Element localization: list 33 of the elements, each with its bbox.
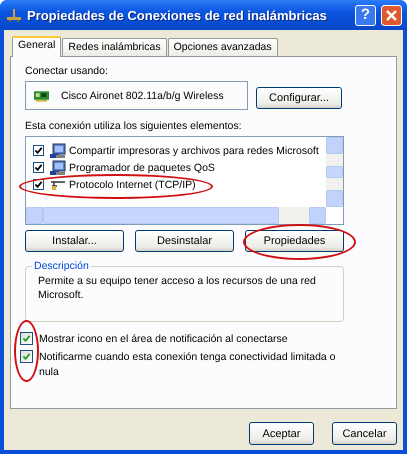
computer-icon (50, 142, 66, 158)
action-button[interactable]: Propiedades (245, 230, 344, 252)
checkbox[interactable] (20, 332, 33, 345)
component-item[interactable]: Compartir impresoras y archivos para redes Microsoft (69, 144, 319, 156)
close-icon[interactable] (381, 4, 402, 26)
checkbox[interactable] (33, 145, 44, 156)
vertical-scrollbar[interactable] (326, 137, 343, 207)
checkbox[interactable] (20, 350, 33, 363)
checkbox[interactable] (33, 162, 44, 173)
tab[interactable]: General (12, 36, 62, 57)
description-text: Permite a su equipo tener acceso a los recursos de una red Microsoft. (38, 274, 317, 302)
option-label[interactable]: Notificarme cuando esta conexión tenga conectividad limitada o nula (39, 350, 339, 380)
network-icon (6, 7, 22, 23)
checkbox[interactable] (33, 179, 44, 190)
computer-icon (50, 160, 66, 176)
option-label[interactable]: Mostrar icono en el área de notificación al conectarse (39, 332, 339, 347)
component-item[interactable]: Protocolo Internet (TCP/IP) (69, 178, 196, 190)
help-button[interactable]: ? (355, 4, 376, 26)
components-label: Esta conexión utiliza los siguientes elementos: (25, 120, 243, 132)
description-title: Descripción (33, 260, 90, 272)
device-name: Cisco Aironet 802.11a/b/g Wireless (61, 90, 224, 102)
horizontal-scrollbar[interactable] (26, 207, 326, 224)
component-item[interactable]: Programador de paquetes QoS (69, 162, 215, 174)
action-button[interactable]: Instalar... (25, 230, 124, 252)
window-title: Propiedades de Conexiones de red inalámbricas (27, 8, 328, 22)
dialog-button[interactable]: Aceptar (249, 422, 314, 445)
tab[interactable]: Opciones avanzadas (168, 38, 278, 56)
tab[interactable]: Redes inalámbricas (62, 38, 167, 56)
action-button[interactable]: Desinstalar (135, 230, 234, 252)
configure-button[interactable]: Configurar... (256, 87, 342, 109)
connect-label: Conectar usando: (25, 65, 109, 77)
dialog-button[interactable]: Cancelar (332, 422, 397, 445)
network-card-icon (34, 90, 49, 102)
